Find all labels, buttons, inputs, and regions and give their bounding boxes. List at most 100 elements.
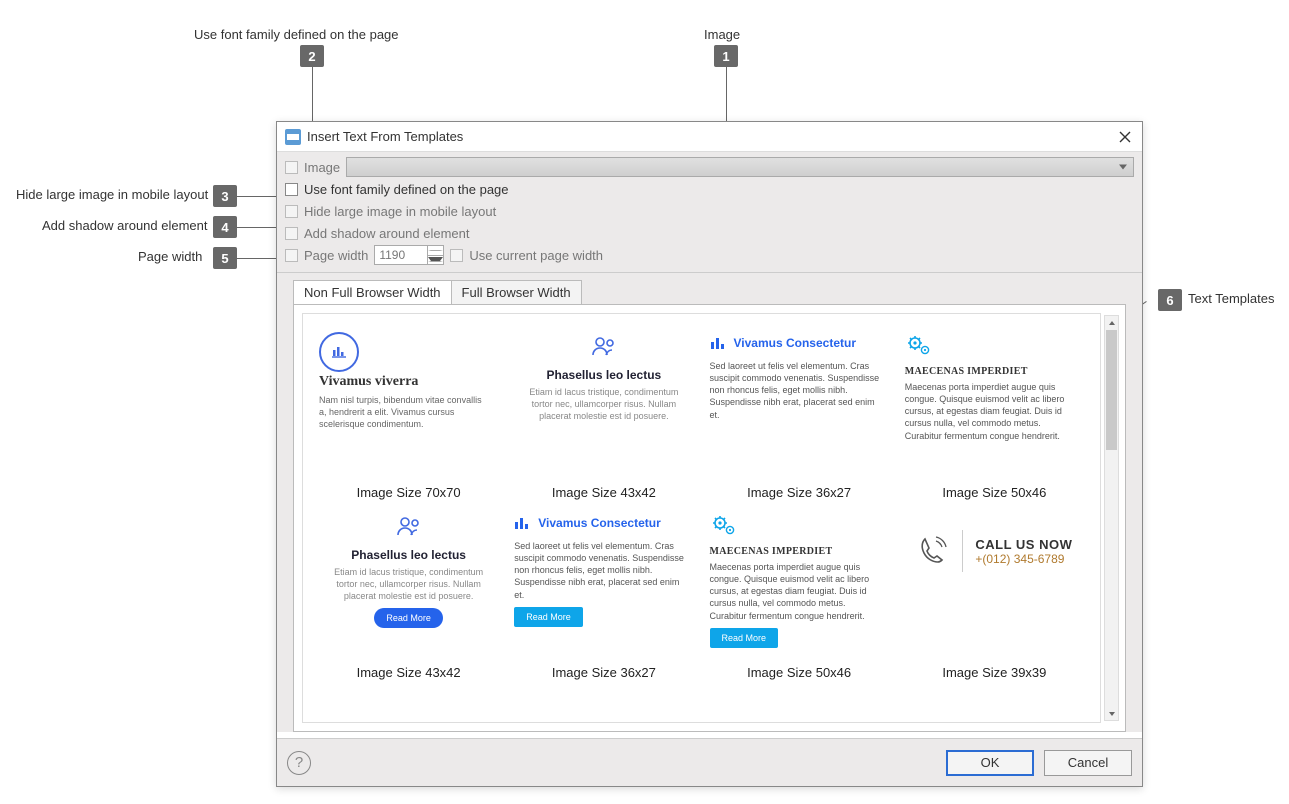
- template-card[interactable]: MAECENAS IMPERDIET Maecenas porta imperd…: [702, 506, 897, 686]
- call-us-title: CALL US NOW: [975, 537, 1072, 552]
- ok-button[interactable]: OK: [946, 750, 1034, 776]
- template-title: Vivamus Consectetur: [538, 516, 661, 530]
- read-more-button: Read More: [374, 608, 443, 628]
- bottom-bar: ? OK Cancel: [277, 738, 1142, 786]
- callout-badge-1: 1: [714, 45, 738, 67]
- template-card[interactable]: CALL US NOW +(012) 345-6789 Image Size 3…: [897, 506, 1092, 686]
- option-page-width-row: Page width 1190 Use current page width: [285, 244, 1134, 266]
- help-button[interactable]: ?: [287, 751, 311, 775]
- template-size-label: Image Size 70x70: [357, 485, 461, 504]
- phone-icon: [916, 534, 950, 568]
- call-us-number: +(012) 345-6789: [975, 552, 1072, 566]
- templates-inner: Vivamus viverra Nam nisl turpis, bibendu…: [302, 313, 1101, 723]
- bars-icon: [710, 336, 728, 350]
- dialog-insert-text-from-templates: Insert Text From Templates Image Use fon…: [276, 121, 1143, 787]
- tab-non-full-browser-width[interactable]: Non Full Browser Width: [293, 280, 452, 305]
- template-title: Phasellus leo lectus: [351, 548, 466, 562]
- callout-label-4: Add shadow around element: [42, 218, 208, 233]
- checkbox-add-shadow[interactable]: [285, 227, 298, 240]
- callout-badge-5: 5: [213, 247, 237, 269]
- template-desc: Sed laoreet ut felis vel elementum. Cras…: [710, 360, 880, 421]
- app-icon: [285, 129, 301, 145]
- template-card[interactable]: Vivamus Consectetur Sed laoreet ut felis…: [702, 326, 897, 506]
- template-desc: Nam nisl turpis, bibendum vitae convalli…: [319, 394, 489, 430]
- template-size-label: Image Size 43x42: [552, 485, 656, 504]
- scroll-thumb[interactable]: [1106, 330, 1117, 450]
- spinner[interactable]: [427, 246, 443, 264]
- template-size-label: Image Size 36x27: [747, 485, 851, 504]
- bars-icon: [514, 516, 532, 530]
- cancel-button[interactable]: Cancel: [1044, 750, 1132, 776]
- template-card[interactable]: Phasellus leo lectus Etiam id lacus tris…: [506, 326, 701, 506]
- checkbox-use-current[interactable]: [450, 249, 463, 262]
- template-desc: Etiam id lacus tristique, condimentum to…: [519, 386, 689, 422]
- template-size-label: Image Size 36x27: [552, 665, 656, 684]
- label-add-shadow: Add shadow around element: [304, 226, 470, 241]
- dialog-title: Insert Text From Templates: [307, 129, 463, 144]
- template-size-label: Image Size 39x39: [942, 665, 1046, 684]
- callout-label-3: Hide large image in mobile layout: [16, 187, 208, 202]
- template-card[interactable]: Vivamus viverra Nam nisl turpis, bibendu…: [311, 326, 506, 506]
- option-use-font-row: Use font family defined on the page: [285, 178, 1134, 200]
- callout-label-5: Page width: [138, 249, 202, 264]
- callout-badge-4: 4: [213, 216, 237, 238]
- template-grid: Vivamus viverra Nam nisl turpis, bibendu…: [303, 314, 1100, 698]
- checkbox-hide-large[interactable]: [285, 205, 298, 218]
- checkbox-page-width[interactable]: [285, 249, 298, 262]
- template-size-label: Image Size 50x46: [942, 485, 1046, 504]
- template-desc: Maecenas porta imperdiet augue quis cong…: [710, 561, 880, 622]
- label-use-font: Use font family defined on the page: [304, 182, 509, 197]
- callout-label-2: Use font family defined on the page: [194, 27, 399, 42]
- option-add-shadow-row: Add shadow around element: [285, 222, 1134, 244]
- people-icon: [395, 512, 423, 540]
- label-image: Image: [304, 160, 340, 175]
- page-width-value: 1190: [379, 248, 405, 262]
- gear-icon: [710, 512, 738, 540]
- label-hide-large: Hide large image in mobile layout: [304, 204, 496, 219]
- template-desc: Maecenas porta imperdiet augue quis cong…: [905, 381, 1075, 442]
- tab-full-browser-width[interactable]: Full Browser Width: [451, 280, 582, 305]
- scroll-up[interactable]: [1105, 316, 1118, 329]
- template-size-label: Image Size 50x46: [747, 665, 851, 684]
- template-card[interactable]: Phasellus leo lectus Etiam id lacus tris…: [311, 506, 506, 686]
- divider: [962, 530, 963, 572]
- help-icon: ?: [295, 754, 303, 771]
- template-title: MAECENAS IMPERDIET: [905, 366, 1028, 377]
- callout-label-6: Text Templates: [1188, 291, 1274, 306]
- template-title: MAECENAS IMPERDIET: [710, 546, 833, 557]
- spinner-up[interactable]: [428, 246, 443, 256]
- label-use-current: Use current page width: [469, 248, 603, 263]
- titlebar: Insert Text From Templates: [277, 122, 1142, 152]
- option-image-row: Image: [285, 156, 1134, 178]
- template-desc: Sed laoreet ut felis vel elementum. Cras…: [514, 540, 684, 601]
- templates-frame: Vivamus viverra Nam nisl turpis, bibendu…: [293, 304, 1126, 732]
- template-card[interactable]: MAECENAS IMPERDIET Maecenas porta imperd…: [897, 326, 1092, 506]
- template-size-label: Image Size 43x42: [357, 665, 461, 684]
- callout-label-1: Image: [704, 27, 740, 42]
- people-icon: [590, 332, 618, 360]
- callout-badge-2: 2: [300, 45, 324, 67]
- read-more-button: Read More: [710, 628, 779, 648]
- checkbox-image[interactable]: [285, 161, 298, 174]
- image-combo[interactable]: [346, 157, 1134, 177]
- gear-icon: [905, 332, 933, 360]
- chart-icon: [319, 332, 359, 372]
- template-title: Vivamus viverra: [319, 374, 489, 390]
- read-more-button: Read More: [514, 607, 583, 627]
- close-icon: [1119, 131, 1131, 143]
- tabs-area: Non Full Browser Width Full Browser Widt…: [277, 273, 1142, 732]
- options-panel: Image Use font family defined on the pag…: [277, 152, 1142, 273]
- template-desc: Etiam id lacus tristique, condimentum to…: [324, 566, 494, 602]
- page-width-input[interactable]: 1190: [374, 245, 444, 265]
- template-title: Vivamus Consectetur: [734, 336, 857, 350]
- label-page-width: Page width: [304, 248, 368, 263]
- spinner-down[interactable]: [428, 256, 443, 265]
- option-hide-large-row: Hide large image in mobile layout: [285, 200, 1134, 222]
- checkbox-use-font[interactable]: [285, 183, 298, 196]
- callout-badge-6: 6: [1158, 289, 1182, 311]
- close-button[interactable]: [1114, 126, 1136, 148]
- scroll-down[interactable]: [1105, 707, 1118, 720]
- template-card[interactable]: Vivamus Consectetur Sed laoreet ut felis…: [506, 506, 701, 686]
- callout-badge-3: 3: [213, 185, 237, 207]
- scrollbar[interactable]: [1104, 315, 1119, 721]
